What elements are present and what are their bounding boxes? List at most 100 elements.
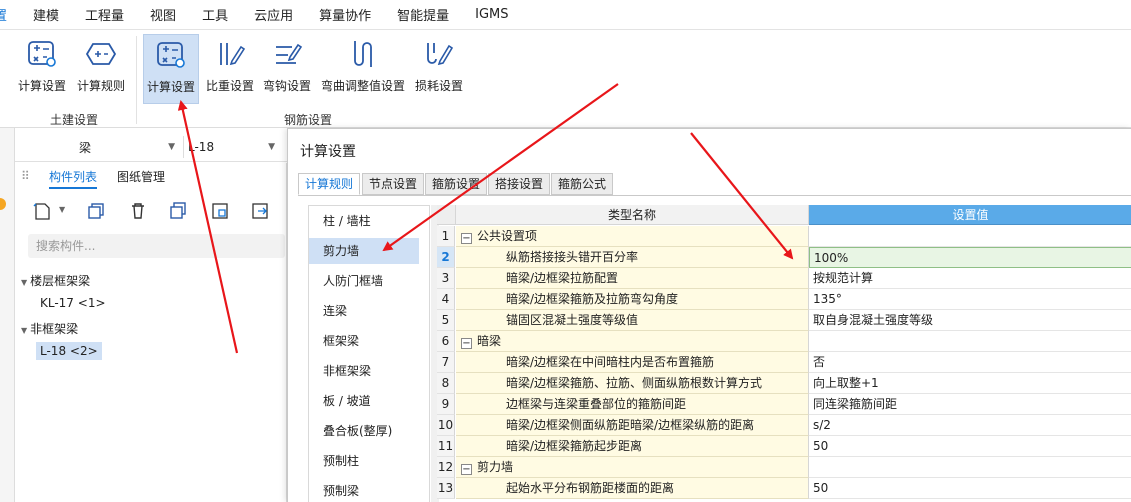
table-row[interactable]: 4 暗梁/边框梁箍筋及拉筋弯勾角度 135°: [437, 289, 1131, 310]
copy-icon[interactable]: [85, 200, 107, 222]
menu-item-settings[interactable]: 置: [0, 5, 7, 24]
collapse-icon[interactable]: −: [461, 338, 472, 349]
group-name-cell: − 暗梁: [456, 331, 809, 352]
row-number: 5: [437, 310, 455, 331]
table-row[interactable]: 1− 公共设置项: [437, 226, 1131, 247]
component-type-combo[interactable]: 梁 ▼: [79, 136, 179, 158]
category-item-precast-beam[interactable]: 预制梁: [309, 478, 419, 502]
table-row[interactable]: 6− 暗梁: [437, 331, 1131, 352]
collapse-icon[interactable]: −: [461, 233, 472, 244]
setting-value-cell[interactable]: [809, 457, 1131, 478]
component-type-value: 梁: [79, 140, 92, 155]
export-icon[interactable]: [249, 200, 271, 222]
caret-down-icon: ▼: [21, 326, 28, 335]
menu-item-quantity[interactable]: 工程量: [85, 5, 124, 24]
category-item-precast-column[interactable]: 预制柱: [309, 448, 419, 474]
table-row[interactable]: 11 暗梁/边框梁箍筋起步距离 50: [437, 436, 1131, 457]
tab-stirrup-formula[interactable]: 箍筋公式: [551, 173, 614, 195]
setting-name-cell: 锚固区混凝土强度等级值: [456, 310, 809, 331]
bend-adjust-button[interactable]: 弯曲调整值设置: [318, 34, 408, 104]
tree-item-kl17[interactable]: KL-17 <1>: [40, 296, 106, 310]
new-component-icon[interactable]: [31, 200, 53, 222]
setting-name-cell: 暗梁/边框梁侧面纵筋距暗梁/边框梁纵筋的距离: [456, 415, 809, 436]
table-row[interactable]: 5 锚固区混凝土强度等级值 取自身混凝土强度等级: [437, 310, 1131, 331]
setting-value-cell[interactable]: 50: [809, 436, 1131, 457]
menu-item-collab[interactable]: 算量协作: [319, 5, 371, 24]
hook-settings-button[interactable]: 弯钩设置: [260, 34, 314, 104]
civil-calc-settings-button[interactable]: 计算设置: [16, 34, 68, 104]
menu-item-smart[interactable]: 智能提量: [397, 5, 449, 24]
row-number: 4: [437, 289, 455, 310]
setting-value-cell[interactable]: [809, 226, 1131, 247]
weight-settings-button[interactable]: 比重设置: [203, 34, 257, 104]
table-row[interactable]: 7 暗梁/边框梁在中间暗柱内是否布置箍筋 否: [437, 352, 1131, 373]
category-item-nonframe-beam[interactable]: 非框架梁: [309, 358, 419, 384]
civil-calc-rules-button[interactable]: 计算规则: [74, 34, 128, 104]
tab-lap-settings[interactable]: 搭接设置: [488, 173, 551, 195]
tree-group-nonframe-beam[interactable]: ▼ 非框架梁: [21, 320, 78, 337]
setting-value-cell[interactable]: 否: [809, 352, 1131, 373]
row-number: 13: [437, 478, 455, 499]
menu-item-modeling[interactable]: 建模: [33, 5, 59, 24]
ribbon: 计算设置 计算规则 土建设置 计算设置 比重设置 弯钩设置 弯曲调整值设置 损耗…: [0, 30, 1131, 128]
setting-value-cell[interactable]: [809, 331, 1131, 352]
tab-divider: [298, 195, 1131, 196]
component-search-input[interactable]: 搜索构件...: [28, 234, 285, 258]
category-item-coupling-beam[interactable]: 连梁: [309, 298, 419, 324]
tab-calc-rules[interactable]: 计算规则: [298, 173, 361, 195]
tab-stirrup-settings[interactable]: 箍筋设置: [425, 173, 488, 195]
setting-name-text: 纵筋搭接接头错开百分率: [506, 250, 639, 264]
setting-name-text: 暗梁/边框梁箍筋、拉筋、侧面纵筋根数计算方式: [506, 376, 763, 390]
setting-value-cell[interactable]: 50: [809, 478, 1131, 499]
tree-group-label: 非框架梁: [30, 322, 79, 336]
bend-adjust-icon: [354, 41, 372, 67]
layer-copy-icon[interactable]: [167, 200, 189, 222]
drag-handle-icon[interactable]: ⠿: [21, 169, 30, 183]
setting-name-text: 锚固区混凝土强度等级值: [506, 313, 639, 327]
menu-item-cloud[interactable]: 云应用: [254, 5, 293, 24]
setting-name-cell: 暗梁/边框梁在中间暗柱内是否布置箍筋: [456, 352, 809, 373]
delete-icon[interactable]: [127, 200, 149, 222]
setting-name-cell: 暗梁/边框梁箍筋起步距离: [456, 436, 809, 457]
table-row[interactable]: 9 边框梁与连梁重叠部位的箍筋间距 同连梁箍筋间距: [437, 394, 1131, 415]
row-number: 3: [437, 268, 455, 289]
category-item-shear-wall[interactable]: 剪力墙: [309, 238, 419, 264]
rebar-calc-settings-button[interactable]: 计算设置: [143, 34, 199, 104]
table-row[interactable]: 13 起始水平分布钢筋距楼面的距离 50: [437, 478, 1131, 499]
category-item-civil-defense-wall[interactable]: 人防门框墙: [309, 268, 419, 294]
menu-item-igms[interactable]: IGMS: [475, 7, 508, 22]
tab-component-list[interactable]: 构件列表: [49, 165, 98, 189]
setting-value-cell[interactable]: 取自身混凝土强度等级: [809, 310, 1131, 331]
category-item-frame-beam[interactable]: 框架梁: [309, 328, 419, 354]
setting-name-text: 暗梁/边框梁箍筋起步距离: [506, 439, 643, 453]
setting-value-cell[interactable]: 按规范计算: [809, 268, 1131, 289]
setting-value-cell[interactable]: 同连梁箍筋间距: [809, 394, 1131, 415]
table-row[interactable]: 10 暗梁/边框梁侧面纵筋距暗梁/边框梁纵筋的距离 s/2: [437, 415, 1131, 436]
floor-copy-icon[interactable]: [209, 200, 231, 222]
chevron-down-icon[interactable]: ▼: [59, 205, 65, 214]
setting-value-cell[interactable]: s/2: [809, 415, 1131, 436]
table-row[interactable]: 8 暗梁/边框梁箍筋、拉筋、侧面纵筋根数计算方式 向上取整+1: [437, 373, 1131, 394]
tree-item-l18[interactable]: L-18 <2>: [36, 342, 102, 360]
table-row[interactable]: 3 暗梁/边框梁拉筋配置 按规范计算: [437, 268, 1131, 289]
collapse-icon[interactable]: −: [461, 464, 472, 475]
weight-settings-icon: [220, 43, 246, 66]
table-row[interactable]: 12− 剪力墙: [437, 457, 1131, 478]
menu-item-view[interactable]: 视图: [150, 5, 176, 24]
setting-value-cell[interactable]: 100%: [809, 247, 1131, 268]
setting-value-cell[interactable]: 135°: [809, 289, 1131, 310]
dialog-title: 计算设置: [300, 144, 356, 160]
category-item-column[interactable]: 柱 / 墙柱: [309, 208, 419, 234]
category-item-composite-slab[interactable]: 叠合板(整厚): [309, 418, 419, 444]
loss-settings-button[interactable]: 损耗设置: [412, 34, 466, 104]
menu-item-tools[interactable]: 工具: [202, 5, 228, 24]
warning-dot-icon: [0, 198, 6, 210]
tree-group-frame-beam[interactable]: ▼ 楼层框架梁: [21, 272, 90, 289]
category-item-slab-ramp[interactable]: 板 / 坡道: [309, 388, 419, 414]
tab-drawing-management[interactable]: 图纸管理: [117, 165, 165, 189]
setting-value-cell[interactable]: 向上取整+1: [809, 373, 1131, 394]
row-number: 8: [437, 373, 455, 394]
table-row[interactable]: 2 纵筋搭接接头错开百分率 100%: [437, 247, 1131, 268]
component-name-combo[interactable]: L-18 ▼: [183, 136, 279, 158]
tab-node-settings[interactable]: 节点设置: [362, 173, 425, 195]
